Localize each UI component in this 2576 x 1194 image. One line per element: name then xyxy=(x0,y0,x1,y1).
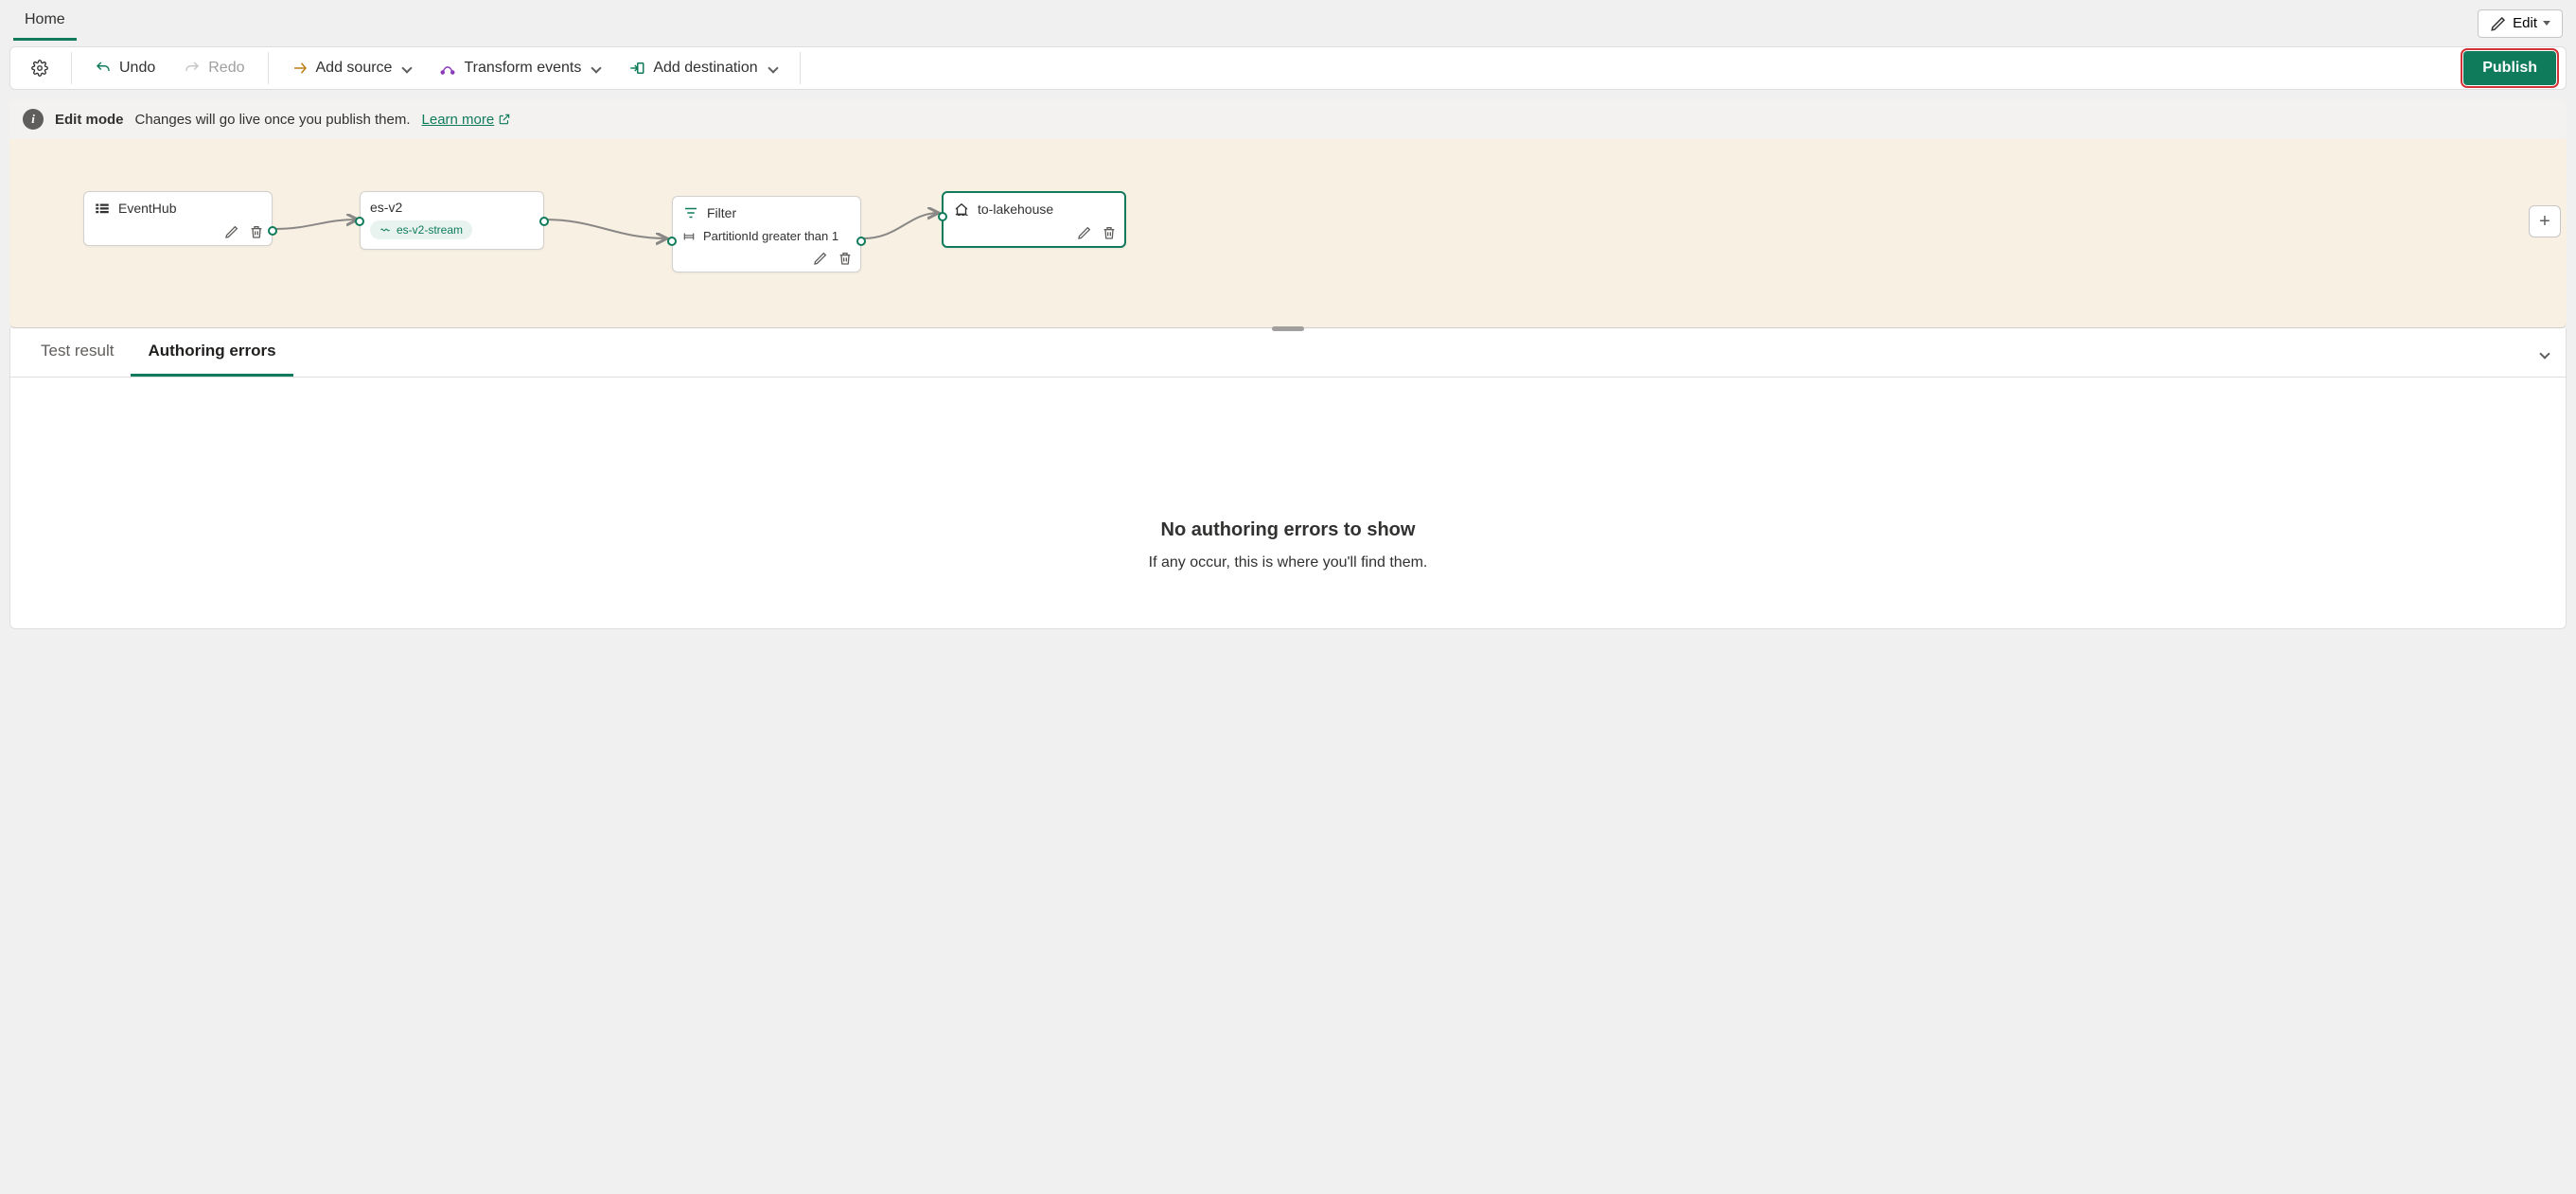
transform-events-button[interactable]: Transform events xyxy=(428,52,611,84)
pencil-icon[interactable] xyxy=(1077,225,1092,240)
lakehouse-icon xyxy=(953,201,970,218)
bottom-panel: Test result Authoring errors No authorin… xyxy=(9,328,2567,629)
collapse-button[interactable] xyxy=(2537,345,2549,360)
node-destination[interactable]: to-lakehouse xyxy=(942,191,1126,248)
redo-button[interactable]: Redo xyxy=(172,52,256,84)
redo-icon xyxy=(184,60,201,77)
info-icon: i xyxy=(23,109,44,130)
learn-more-label: Learn more xyxy=(422,112,495,128)
publish-button[interactable]: Publish xyxy=(2463,51,2556,85)
node-stream-sub: es-v2-stream xyxy=(370,220,472,239)
trash-icon[interactable] xyxy=(838,251,853,266)
trash-icon[interactable] xyxy=(1102,225,1117,240)
eventhub-icon xyxy=(94,200,111,217)
settings-button[interactable] xyxy=(20,52,60,84)
pencil-icon[interactable] xyxy=(813,251,828,266)
external-link-icon xyxy=(498,113,511,126)
node-filter[interactable]: Filter PartitionId greater than 1 xyxy=(672,196,861,272)
node-filter-title: Filter xyxy=(707,205,736,220)
empty-state: No authoring errors to show If any occur… xyxy=(10,378,2566,628)
caret-down-icon xyxy=(2543,21,2550,26)
transform-label: Transform events xyxy=(464,60,581,77)
undo-label: Undo xyxy=(119,60,155,77)
info-title: Edit mode xyxy=(55,112,124,128)
undo-button[interactable]: Undo xyxy=(83,52,167,84)
chevron-down-icon xyxy=(768,62,778,73)
tab-home[interactable]: Home xyxy=(13,6,77,41)
toolbar: Undo Redo Add source Transform events Ad… xyxy=(9,46,2567,90)
condition-icon xyxy=(682,230,696,243)
port-out[interactable] xyxy=(268,226,277,236)
flow-canvas[interactable]: EventHub es-v2 es-v2-stream Filter Parti… xyxy=(9,139,2567,328)
node-source[interactable]: EventHub xyxy=(83,191,273,246)
node-stream-sub-label: es-v2-stream xyxy=(397,223,463,237)
edit-button-label: Edit xyxy=(2513,15,2537,31)
undo-icon xyxy=(95,60,112,77)
stream-icon xyxy=(379,224,391,236)
separator xyxy=(800,52,801,84)
add-node-button[interactable]: + xyxy=(2529,205,2561,237)
chevron-down-icon xyxy=(591,62,602,73)
port-in[interactable] xyxy=(667,237,677,246)
port-in[interactable] xyxy=(938,212,947,221)
node-stream-title: es-v2 xyxy=(370,200,402,215)
add-source-button[interactable]: Add source xyxy=(280,52,423,84)
node-source-title: EventHub xyxy=(118,201,176,216)
separator xyxy=(268,52,269,84)
pencil-icon xyxy=(2490,15,2507,32)
node-destination-title: to-lakehouse xyxy=(978,202,1053,217)
port-out[interactable] xyxy=(856,237,866,246)
add-destination-button[interactable]: Add destination xyxy=(617,52,787,84)
learn-more-link[interactable]: Learn more xyxy=(422,112,512,128)
filter-icon xyxy=(682,204,699,221)
tab-authoring-errors[interactable]: Authoring errors xyxy=(131,328,292,377)
port-out[interactable] xyxy=(539,217,549,226)
trash-icon[interactable] xyxy=(249,224,264,239)
pencil-icon[interactable] xyxy=(224,224,239,239)
info-banner: i Edit mode Changes will go live once yo… xyxy=(9,99,2567,139)
chevron-down-icon xyxy=(402,62,413,73)
tab-test-result[interactable]: Test result xyxy=(24,328,131,377)
gear-icon xyxy=(31,60,48,77)
node-stream[interactable]: es-v2 es-v2-stream xyxy=(360,191,544,250)
empty-state-title: No authoring errors to show xyxy=(10,519,2566,541)
edit-button[interactable]: Edit xyxy=(2478,9,2563,38)
add-source-icon xyxy=(291,60,309,77)
transform-icon xyxy=(439,60,456,77)
redo-label: Redo xyxy=(208,60,244,77)
info-message: Changes will go live once you publish th… xyxy=(135,112,411,128)
port-in[interactable] xyxy=(355,217,364,226)
add-source-label: Add source xyxy=(316,60,393,77)
add-destination-icon xyxy=(628,60,645,77)
separator xyxy=(71,52,72,84)
empty-state-body: If any occur, this is where you'll find … xyxy=(10,554,2566,571)
node-filter-condition: PartitionId greater than 1 xyxy=(703,229,838,243)
add-destination-label: Add destination xyxy=(653,60,757,77)
